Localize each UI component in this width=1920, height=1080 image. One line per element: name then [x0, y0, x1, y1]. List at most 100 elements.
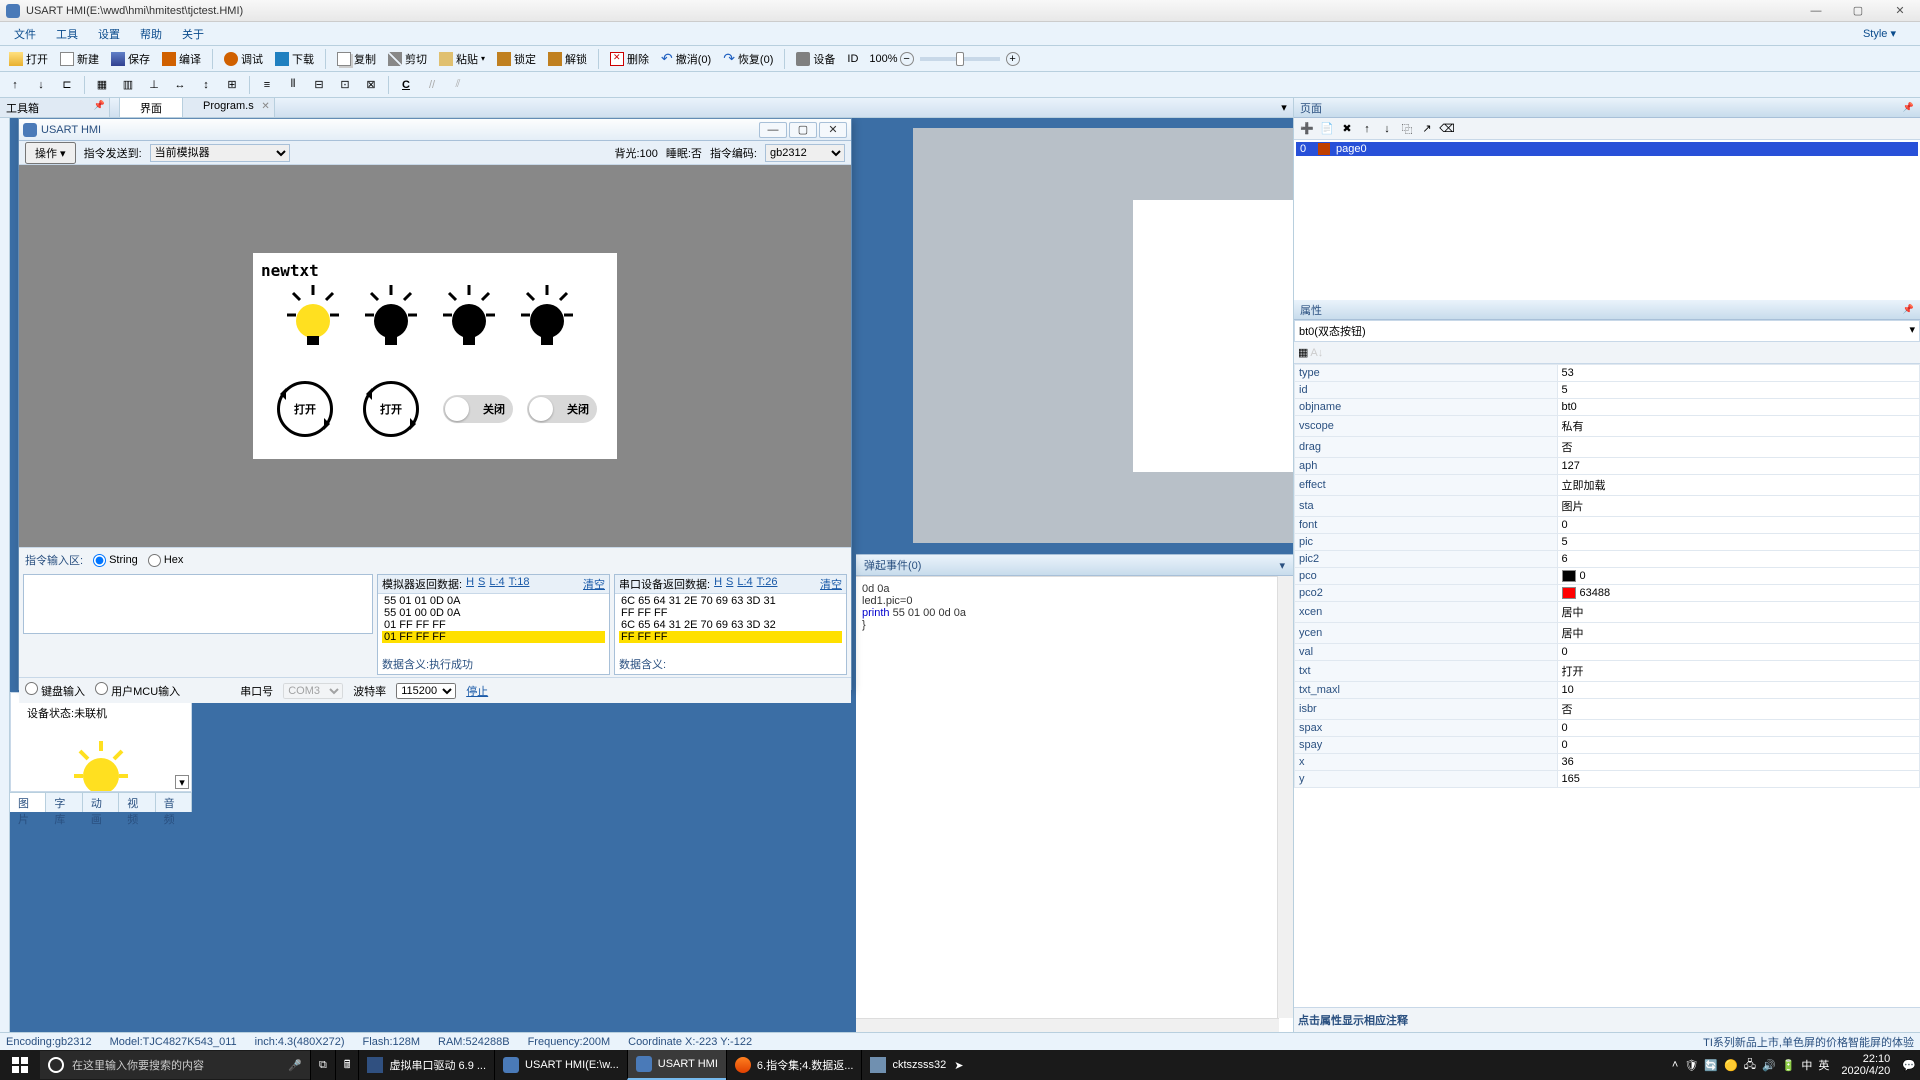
prop-row[interactable]: vscope私有 [1295, 416, 1920, 437]
sim-data-row-selected[interactable]: FF FF FF [619, 631, 842, 643]
page-add-button[interactable]: ➕ [1298, 120, 1316, 138]
comment-button[interactable]: // [421, 75, 443, 95]
tab-video[interactable]: 视频 [119, 793, 155, 812]
event-dropdown-icon[interactable]: ▾ [1279, 559, 1285, 572]
sim-data-row[interactable]: 01 FF FF FF [382, 619, 605, 631]
prop-row[interactable]: ycen居中 [1295, 623, 1920, 644]
sim-H-link[interactable]: H [466, 576, 474, 592]
zoom-handle[interactable] [956, 52, 964, 66]
prop-row[interactable]: pic26 [1295, 551, 1920, 568]
prop-row[interactable]: pco0 [1295, 568, 1920, 585]
task-usart1[interactable]: USART HMI(E:\w... [494, 1050, 627, 1080]
prop-value[interactable]: 6 [1557, 551, 1920, 568]
task-ckt[interactable]: cktszsss32➤ [861, 1050, 971, 1080]
prop-row[interactable]: sta图片 [1295, 496, 1920, 517]
dist3-button[interactable]: ⊟ [308, 75, 330, 95]
tray-net-icon[interactable]: 🖧 [1744, 1056, 1756, 1075]
arrow-up-button[interactable]: ↑ [4, 75, 26, 95]
prop-value[interactable]: 127 [1557, 458, 1920, 475]
pin-icon[interactable]: 📌 [1903, 304, 1914, 315]
tab-program[interactable]: Program.s✕ [183, 98, 275, 117]
sim-clear-left[interactable]: 清空 [583, 576, 605, 592]
minimize-button[interactable]: — [1802, 3, 1830, 19]
prop-value[interactable]: 0 [1557, 720, 1920, 737]
maximize-button[interactable]: ▢ [1844, 3, 1872, 19]
prop-value[interactable]: 居中 [1557, 623, 1920, 644]
align-left-button[interactable]: ⊏ [56, 75, 78, 95]
sim-titlebar[interactable]: USART HMI — ▢ ✕ [19, 119, 851, 141]
prop-value[interactable]: 36 [1557, 754, 1920, 771]
prop-value[interactable]: 5 [1557, 534, 1920, 551]
compile-button[interactable]: 编译 [157, 48, 206, 70]
mic-icon[interactable]: 🎤 [288, 1059, 302, 1072]
tab-design[interactable]: 界面 [120, 98, 183, 117]
page-list[interactable]: 0 page0 [1294, 140, 1920, 300]
sim-T-link2[interactable]: T:26 [757, 576, 778, 592]
sim-data-row[interactable]: 55 01 01 0D 0A [382, 595, 605, 607]
grid-button[interactable]: ⊞ [221, 75, 243, 95]
tray-up-icon[interactable]: ˄ [1672, 1059, 1678, 1071]
paste-button[interactable]: 粘贴▾ [434, 48, 490, 70]
sim-data-row[interactable]: 6C 65 64 31 2E 70 69 63 3D 31 [619, 595, 842, 607]
prop-value[interactable]: 居中 [1557, 602, 1920, 623]
sim-minimize-button[interactable]: — [759, 122, 787, 138]
props-grid[interactable]: type53id5objnamebt0vscope私有drag否aph127ef… [1294, 364, 1920, 1007]
align3-button[interactable]: ⊥ [143, 75, 165, 95]
menu-settings[interactable]: 设置 [88, 23, 130, 45]
prop-row[interactable]: type53 [1295, 365, 1920, 382]
prop-row[interactable]: font0 [1295, 517, 1920, 534]
event-tab-bar[interactable]: 弹起事件(0) ▾ [856, 554, 1293, 576]
menu-file[interactable]: 文件 [4, 23, 46, 45]
bulb4-off-icon[interactable] [517, 281, 577, 351]
page-export-button[interactable]: ↗ [1418, 120, 1436, 138]
sim-L-link[interactable]: L:4 [489, 576, 504, 592]
props-panel-header[interactable]: 属性📌 [1294, 300, 1920, 320]
sim-kb-radio[interactable]: 键盘输入 [25, 682, 85, 699]
page-canvas-bg[interactable]: 关闭 [1133, 200, 1293, 472]
close-button[interactable]: ✕ [1886, 3, 1914, 19]
toolbox-gutter[interactable] [0, 118, 10, 1032]
format-button[interactable]: ⫽ [447, 75, 469, 95]
lock-button[interactable]: 锁定 [492, 48, 541, 70]
sim-radio-string[interactable]: String [93, 554, 138, 567]
prop-value[interactable]: bt0 [1557, 399, 1920, 416]
sim-data-row[interactable]: 6C 65 64 31 2E 70 69 63 3D 32 [619, 619, 842, 631]
tab-fonts[interactable]: 字库 [46, 793, 82, 812]
style-dropdown[interactable]: Style ▾ [1863, 27, 1896, 40]
tray-ime-icon[interactable]: 中 [1801, 1057, 1812, 1073]
prop-row[interactable]: pco263488 [1295, 585, 1920, 602]
copy-button[interactable]: 复制 [332, 48, 381, 70]
close-switch-2[interactable]: 关闭 [527, 395, 597, 423]
menu-about[interactable]: 关于 [172, 23, 214, 45]
prop-value[interactable]: 0 [1557, 517, 1920, 534]
align1-button[interactable]: ▦ [91, 75, 113, 95]
props-az-button[interactable]: A↓ [1310, 347, 1323, 359]
tray-sync-icon[interactable]: 🔄 [1704, 1059, 1718, 1072]
prop-value[interactable]: 0 [1557, 737, 1920, 754]
prop-value[interactable]: 否 [1557, 699, 1920, 720]
close-tab-icon[interactable]: ✕ [261, 101, 269, 112]
zoom-out-button[interactable]: − [900, 52, 914, 66]
menu-help[interactable]: 帮助 [130, 23, 172, 45]
unlock-button[interactable]: 解锁 [543, 48, 592, 70]
tray-chrome-icon[interactable]: 🟡 [1724, 1059, 1738, 1072]
prop-value[interactable]: 0 [1557, 568, 1920, 585]
page-down-button[interactable]: ↓ [1378, 120, 1396, 138]
prop-value[interactable]: 10 [1557, 682, 1920, 699]
bulb1-on-icon[interactable] [283, 281, 343, 351]
id-button[interactable]: ID [842, 50, 863, 68]
prop-row[interactable]: txt_maxl10 [1295, 682, 1920, 699]
sim-data-row[interactable]: 55 01 00 0D 0A [382, 607, 605, 619]
event-scroll-horizontal[interactable] [856, 1018, 1279, 1032]
page-delete-all-button[interactable]: ⌫ [1438, 120, 1456, 138]
menu-tools[interactable]: 工具 [46, 23, 88, 45]
sim-sendto-select[interactable]: 当前模拟器 [150, 144, 290, 162]
prop-value[interactable]: 图片 [1557, 496, 1920, 517]
sim-T-link[interactable]: T:18 [509, 576, 530, 592]
sim-page[interactable]: newtxt 打开 打开 关闭 关闭 [253, 253, 617, 459]
tray-shield-icon[interactable]: 🛡 [1684, 1059, 1698, 1072]
download-button[interactable]: 下载 [270, 48, 319, 70]
task-vspd[interactable]: 虚拟串口驱动 6.9 ... [358, 1050, 494, 1080]
code-button[interactable]: C [395, 75, 417, 95]
tray-clock[interactable]: 22:10 2020/4/20 [1835, 1053, 1896, 1077]
